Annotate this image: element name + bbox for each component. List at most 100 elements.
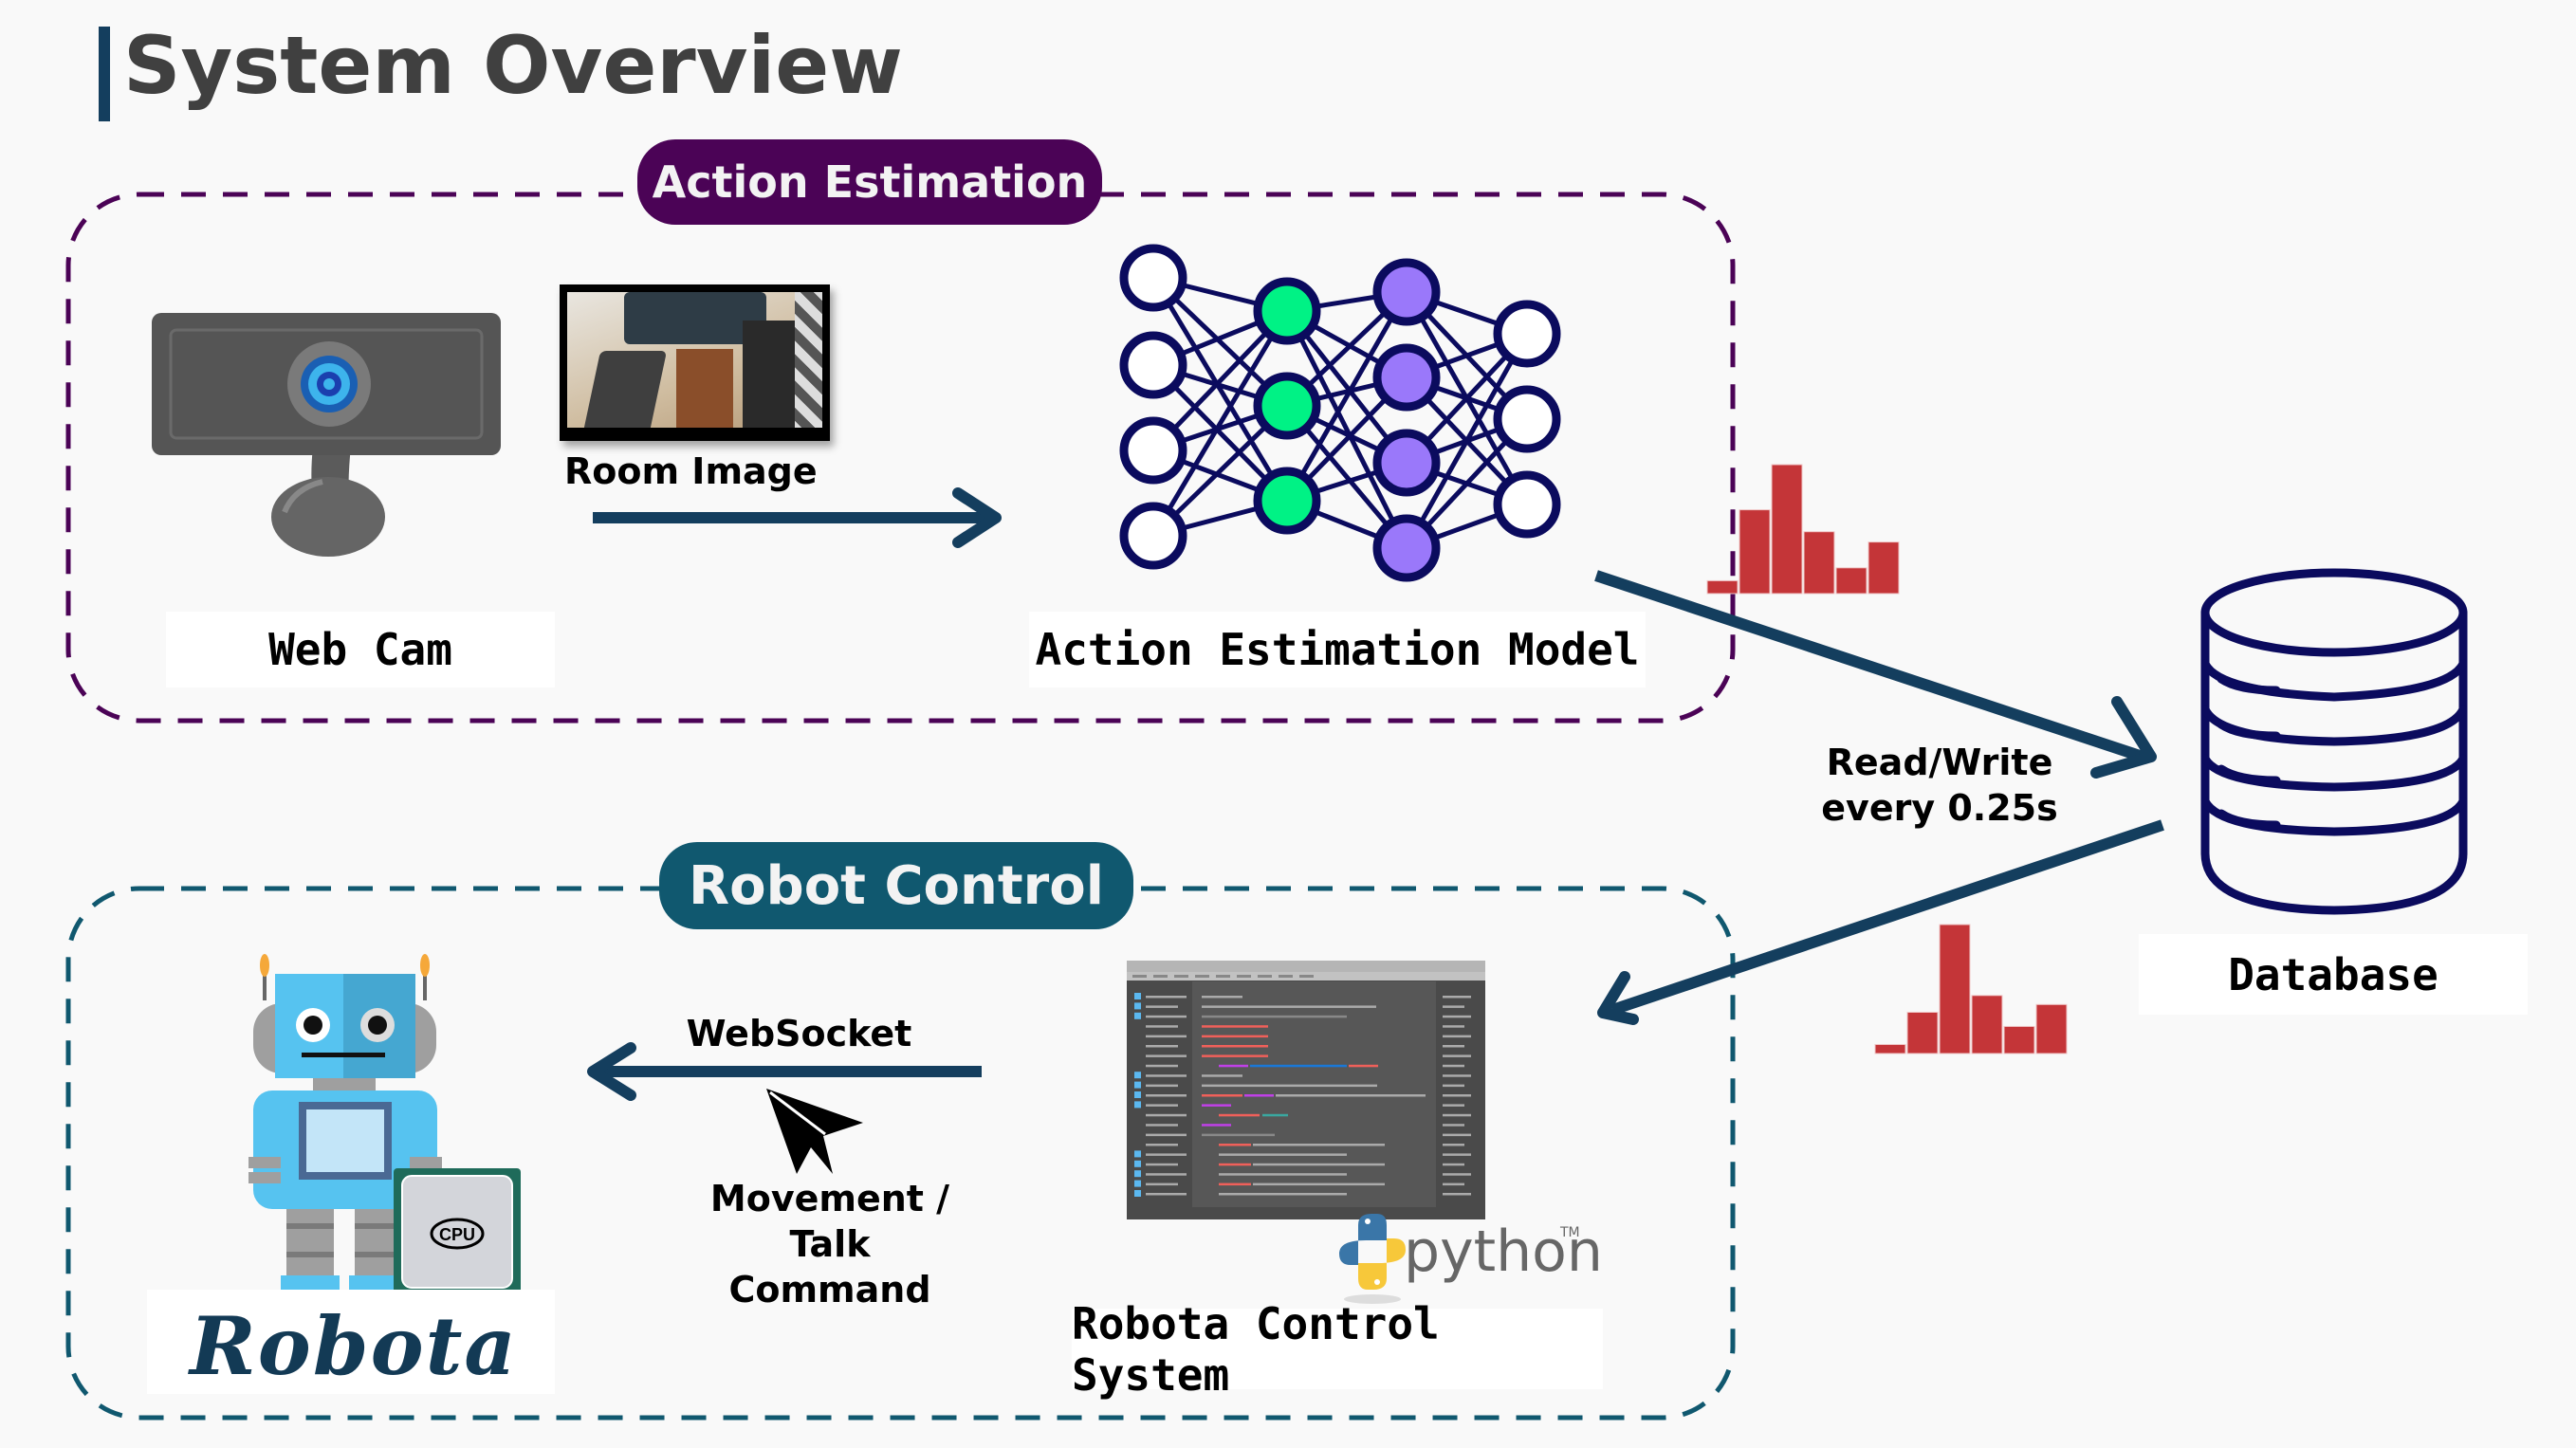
python-logo-icon (1339, 1214, 1406, 1304)
editor-folder-icon (1134, 1002, 1141, 1010)
nn-node (1119, 416, 1187, 485)
editor-menu-item (1237, 975, 1251, 978)
editor-tree-line (1146, 1163, 1178, 1166)
nn-node (1119, 331, 1187, 399)
interval-line: every 0.25s (1821, 787, 2058, 829)
editor-code-line (1202, 1045, 1268, 1048)
editor-outline-line (1443, 1133, 1471, 1137)
webcam-icon (152, 313, 501, 557)
editor-outline-line (1443, 996, 1471, 999)
editor-code-line (1219, 1153, 1347, 1156)
editor-tree-line (1146, 1144, 1178, 1146)
editor-tree-line (1146, 1193, 1187, 1196)
editor-code-line (1202, 1124, 1231, 1127)
histogram-bar (1971, 995, 2003, 1054)
nn-node (1253, 277, 1321, 345)
editor-outline-line (1443, 1193, 1471, 1196)
editor-folder-icon (1134, 1150, 1141, 1158)
nn-node (1493, 470, 1561, 539)
editor-menu-item (1174, 975, 1188, 978)
editor-outline-line (1443, 1173, 1471, 1176)
editor-outline-line (1443, 1182, 1464, 1186)
editor-folder-icon (1134, 1081, 1141, 1089)
control-system-label: Robota Control System (1072, 1298, 1603, 1401)
histogram-bar (1906, 1011, 1939, 1054)
histogram-bar (2003, 1025, 2035, 1054)
editor-code-line (1202, 1025, 1268, 1028)
database-to-control-arrow (1597, 819, 2164, 1025)
editor-code-line (1202, 1005, 1376, 1008)
editor-code-line (1219, 1173, 1347, 1176)
editor-code-line (1250, 1064, 1347, 1068)
diagram-canvas: CPU (65, 192, 2468, 1421)
action-estimation-badge: Action Estimation (637, 139, 1102, 225)
editor-tree-line (1146, 1153, 1187, 1156)
editor-menu-item (1299, 975, 1314, 978)
nn-node (1253, 372, 1321, 440)
editor-folder-icon (1134, 1190, 1141, 1197)
histogram-bar (1874, 1043, 1906, 1054)
histogram-bar (1771, 464, 1803, 595)
editor-code-line (1262, 1113, 1288, 1117)
histogram-upper (1706, 464, 1900, 595)
editor-code-line (1202, 1104, 1231, 1107)
action-estimation-model-label: Action Estimation Model (1029, 612, 1646, 687)
nn-node (1372, 514, 1441, 582)
editor-code-line (1202, 1015, 1347, 1018)
editor-folder-icon (1134, 1160, 1141, 1167)
neural-network-icon (1119, 244, 1561, 582)
editor-code-line (1219, 1144, 1251, 1146)
command-line-1: Movement / (709, 1178, 950, 1219)
editor-outline-line (1443, 1113, 1471, 1117)
editor-tree-line (1146, 1025, 1178, 1028)
command-line-3: Command (728, 1269, 931, 1311)
editor-menu-item (1132, 975, 1147, 978)
editor-outline-line (1443, 1045, 1464, 1048)
histogram-bar (1835, 567, 1868, 595)
editor-code-line (1202, 996, 1242, 999)
editor-outline-line (1443, 1124, 1464, 1127)
editor-outline-line (1443, 1025, 1464, 1028)
editor-code-line (1253, 1144, 1385, 1146)
editor-menu-item (1216, 975, 1230, 978)
editor-folder-icon (1134, 1180, 1141, 1187)
editor-outline-line (1443, 1104, 1464, 1107)
editor-outline-line (1443, 1054, 1471, 1057)
robot-control-badge: Robot Control (659, 842, 1133, 929)
histogram-bar (1868, 541, 1900, 595)
histogram-lower (1874, 924, 2068, 1054)
editor-tree-line (1146, 1182, 1178, 1186)
editor-folder-icon (1134, 1091, 1141, 1098)
editor-tree-line (1146, 1133, 1187, 1137)
nn-node (1372, 343, 1441, 412)
nn-node (1493, 385, 1561, 453)
nn-node (1119, 244, 1187, 312)
editor-code-line (1202, 1084, 1377, 1088)
editor-code-line (1202, 1074, 1242, 1077)
editor-tree-line (1146, 996, 1187, 999)
editor-code-line (1202, 1035, 1268, 1038)
nn-node (1119, 502, 1187, 570)
editor-tree-line (1146, 1104, 1178, 1107)
editor-folder-icon (1134, 1072, 1141, 1079)
histogram-bar (1803, 531, 1835, 595)
cpu-icon: CPU (394, 1168, 521, 1296)
editor-outline-line (1443, 1064, 1464, 1068)
editor-outline-line (1443, 1005, 1464, 1008)
send-command-icon (766, 1089, 863, 1174)
database-icon (2200, 568, 2468, 915)
editor-code-line (1253, 1182, 1385, 1186)
nn-node (1493, 300, 1561, 368)
editor-code-line (1253, 1163, 1385, 1166)
histogram-bar (2035, 1003, 2068, 1054)
command-label: Movement / Talk Command (692, 1176, 967, 1312)
read-write-line: Read/Write (1826, 742, 2053, 783)
room-image-label: Room Image (564, 450, 818, 492)
editor-folder-icon (1134, 993, 1141, 999)
histogram-bar (1739, 509, 1771, 595)
editor-code-line (1219, 1193, 1347, 1196)
websocket-arrow (587, 1042, 982, 1101)
editor-outline-line (1443, 1163, 1464, 1166)
database-label: Database (2139, 934, 2528, 1015)
editor-folder-icon (1134, 1101, 1141, 1109)
